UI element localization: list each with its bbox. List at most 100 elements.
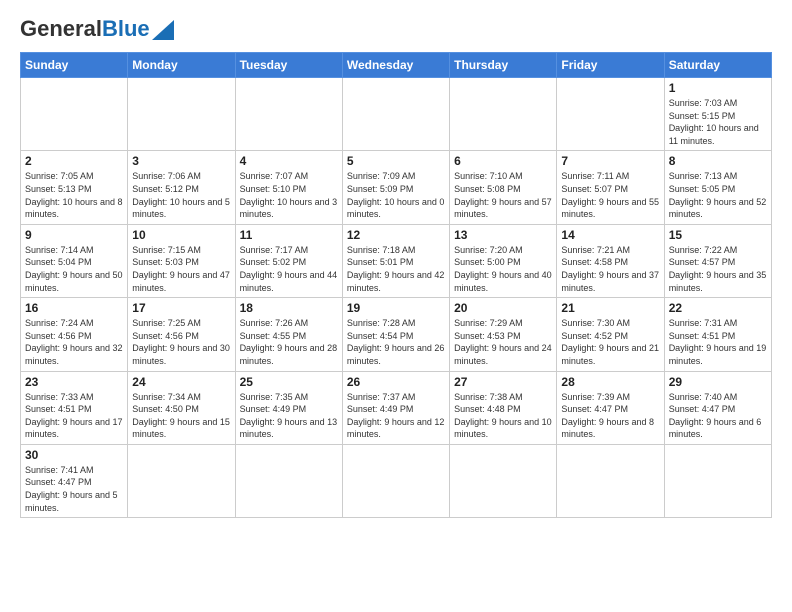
calendar-header: Sunday Monday Tuesday Wednesday Thursday… [21, 53, 772, 78]
calendar-body: 1 Sunrise: 7:03 AM Sunset: 5:15 PM Daylig… [21, 78, 772, 518]
day-info: Sunrise: 7:07 AM Sunset: 5:10 PM Dayligh… [240, 170, 338, 220]
table-cell: 2 Sunrise: 7:05 AM Sunset: 5:13 PM Daylig… [21, 151, 128, 224]
day-info: Sunrise: 7:13 AM Sunset: 5:05 PM Dayligh… [669, 170, 767, 220]
day-number: 18 [240, 301, 338, 315]
day-info: Sunrise: 7:29 AM Sunset: 4:53 PM Dayligh… [454, 317, 552, 367]
day-info: Sunrise: 7:28 AM Sunset: 4:54 PM Dayligh… [347, 317, 445, 367]
day-info: Sunrise: 7:09 AM Sunset: 5:09 PM Dayligh… [347, 170, 445, 220]
day-number: 4 [240, 154, 338, 168]
day-number: 9 [25, 228, 123, 242]
table-cell: 18 Sunrise: 7:26 AM Sunset: 4:55 PM Dayli… [235, 298, 342, 371]
table-cell: 15 Sunrise: 7:22 AM Sunset: 4:57 PM Dayli… [664, 224, 771, 297]
day-info: Sunrise: 7:17 AM Sunset: 5:02 PM Dayligh… [240, 244, 338, 294]
day-number: 2 [25, 154, 123, 168]
day-number: 6 [454, 154, 552, 168]
day-number: 13 [454, 228, 552, 242]
day-number: 23 [25, 375, 123, 389]
col-thursday: Thursday [450, 53, 557, 78]
table-cell: 25 Sunrise: 7:35 AM Sunset: 4:49 PM Dayli… [235, 371, 342, 444]
table-cell [664, 444, 771, 517]
day-info: Sunrise: 7:37 AM Sunset: 4:49 PM Dayligh… [347, 391, 445, 441]
table-row: 1 Sunrise: 7:03 AM Sunset: 5:15 PM Daylig… [21, 78, 772, 151]
table-cell [235, 444, 342, 517]
day-number: 29 [669, 375, 767, 389]
day-info: Sunrise: 7:03 AM Sunset: 5:15 PM Dayligh… [669, 97, 767, 147]
day-info: Sunrise: 7:33 AM Sunset: 4:51 PM Dayligh… [25, 391, 123, 441]
table-cell: 11 Sunrise: 7:17 AM Sunset: 5:02 PM Dayli… [235, 224, 342, 297]
table-cell [128, 444, 235, 517]
day-number: 3 [132, 154, 230, 168]
table-cell [557, 78, 664, 151]
table-cell: 12 Sunrise: 7:18 AM Sunset: 5:01 PM Dayli… [342, 224, 449, 297]
table-cell: 30 Sunrise: 7:41 AM Sunset: 4:47 PM Dayli… [21, 444, 128, 517]
table-cell: 6 Sunrise: 7:10 AM Sunset: 5:08 PM Daylig… [450, 151, 557, 224]
day-info: Sunrise: 7:11 AM Sunset: 5:07 PM Dayligh… [561, 170, 659, 220]
day-number: 17 [132, 301, 230, 315]
day-number: 7 [561, 154, 659, 168]
table-row: 23 Sunrise: 7:33 AM Sunset: 4:51 PM Dayli… [21, 371, 772, 444]
day-info: Sunrise: 7:26 AM Sunset: 4:55 PM Dayligh… [240, 317, 338, 367]
table-cell: 10 Sunrise: 7:15 AM Sunset: 5:03 PM Dayli… [128, 224, 235, 297]
table-cell [342, 444, 449, 517]
day-info: Sunrise: 7:21 AM Sunset: 4:58 PM Dayligh… [561, 244, 659, 294]
day-number: 1 [669, 81, 767, 95]
day-number: 14 [561, 228, 659, 242]
col-monday: Monday [128, 53, 235, 78]
day-number: 30 [25, 448, 123, 462]
table-cell: 4 Sunrise: 7:07 AM Sunset: 5:10 PM Daylig… [235, 151, 342, 224]
table-cell: 28Sunrise: 7:39 AM Sunset: 4:47 PM Dayli… [557, 371, 664, 444]
table-cell [21, 78, 128, 151]
day-number: 12 [347, 228, 445, 242]
page: General Blue Sunday Monday Tuesday Wedne… [0, 0, 792, 528]
table-cell: 29 Sunrise: 7:40 AM Sunset: 4:47 PM Dayli… [664, 371, 771, 444]
logo-general-text: General [20, 16, 102, 42]
col-tuesday: Tuesday [235, 53, 342, 78]
table-cell: 27Sunrise: 7:38 AM Sunset: 4:48 PM Dayli… [450, 371, 557, 444]
calendar-table: Sunday Monday Tuesday Wednesday Thursday… [20, 52, 772, 518]
table-row: 9 Sunrise: 7:14 AM Sunset: 5:04 PM Daylig… [21, 224, 772, 297]
day-info: Sunrise: 7:39 AM Sunset: 4:47 PM Dayligh… [561, 391, 659, 441]
day-number: 11 [240, 228, 338, 242]
table-cell: 14 Sunrise: 7:21 AM Sunset: 4:58 PM Dayli… [557, 224, 664, 297]
day-info: Sunrise: 7:25 AM Sunset: 4:56 PM Dayligh… [132, 317, 230, 367]
header-row: Sunday Monday Tuesday Wednesday Thursday… [21, 53, 772, 78]
table-cell: 1 Sunrise: 7:03 AM Sunset: 5:15 PM Daylig… [664, 78, 771, 151]
table-cell [342, 78, 449, 151]
table-row: 30 Sunrise: 7:41 AM Sunset: 4:47 PM Dayli… [21, 444, 772, 517]
day-info: Sunrise: 7:31 AM Sunset: 4:51 PM Dayligh… [669, 317, 767, 367]
table-cell: 22 Sunrise: 7:31 AM Sunset: 4:51 PM Dayli… [664, 298, 771, 371]
day-info: Sunrise: 7:24 AM Sunset: 4:56 PM Dayligh… [25, 317, 123, 367]
table-cell: 23 Sunrise: 7:33 AM Sunset: 4:51 PM Dayli… [21, 371, 128, 444]
day-info: Sunrise: 7:30 AM Sunset: 4:52 PM Dayligh… [561, 317, 659, 367]
table-cell [450, 444, 557, 517]
day-number: 10 [132, 228, 230, 242]
day-number: 22 [669, 301, 767, 315]
day-info: Sunrise: 7:41 AM Sunset: 4:47 PM Dayligh… [25, 464, 123, 514]
day-info: Sunrise: 7:35 AM Sunset: 4:49 PM Dayligh… [240, 391, 338, 441]
col-wednesday: Wednesday [342, 53, 449, 78]
day-info: Sunrise: 7:05 AM Sunset: 5:13 PM Dayligh… [25, 170, 123, 220]
table-cell: 8Sunrise: 7:13 AM Sunset: 5:05 PM Daylig… [664, 151, 771, 224]
col-saturday: Saturday [664, 53, 771, 78]
day-number: 5 [347, 154, 445, 168]
day-number: 15 [669, 228, 767, 242]
day-number: 26 [347, 375, 445, 389]
table-cell: 21Sunrise: 7:30 AM Sunset: 4:52 PM Dayli… [557, 298, 664, 371]
logo-triangle-icon [152, 20, 174, 40]
day-info: Sunrise: 7:18 AM Sunset: 5:01 PM Dayligh… [347, 244, 445, 294]
day-info: Sunrise: 7:20 AM Sunset: 5:00 PM Dayligh… [454, 244, 552, 294]
day-info: Sunrise: 7:22 AM Sunset: 4:57 PM Dayligh… [669, 244, 767, 294]
day-info: Sunrise: 7:40 AM Sunset: 4:47 PM Dayligh… [669, 391, 767, 441]
table-row: 16Sunrise: 7:24 AM Sunset: 4:56 PM Dayli… [21, 298, 772, 371]
table-cell: 20 Sunrise: 7:29 AM Sunset: 4:53 PM Dayli… [450, 298, 557, 371]
table-cell: 5 Sunrise: 7:09 AM Sunset: 5:09 PM Daylig… [342, 151, 449, 224]
day-info: Sunrise: 7:10 AM Sunset: 5:08 PM Dayligh… [454, 170, 552, 220]
header: General Blue [20, 16, 772, 42]
day-info: Sunrise: 7:14 AM Sunset: 5:04 PM Dayligh… [25, 244, 123, 294]
day-number: 20 [454, 301, 552, 315]
day-number: 25 [240, 375, 338, 389]
table-cell: 13 Sunrise: 7:20 AM Sunset: 5:00 PM Dayli… [450, 224, 557, 297]
logo-blue-text: Blue [102, 16, 150, 42]
day-info: Sunrise: 7:15 AM Sunset: 5:03 PM Dayligh… [132, 244, 230, 294]
table-cell [235, 78, 342, 151]
